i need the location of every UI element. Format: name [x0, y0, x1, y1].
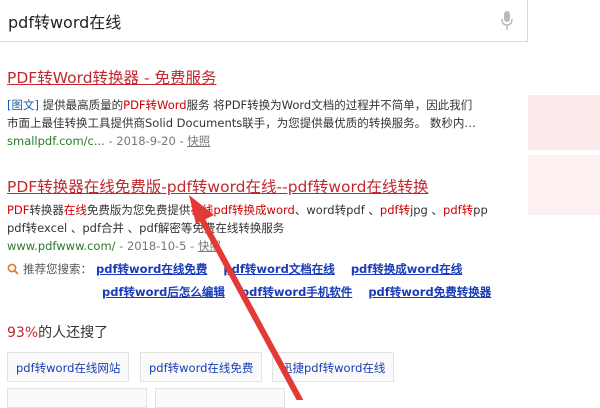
annotation-arrow — [189, 195, 303, 400]
